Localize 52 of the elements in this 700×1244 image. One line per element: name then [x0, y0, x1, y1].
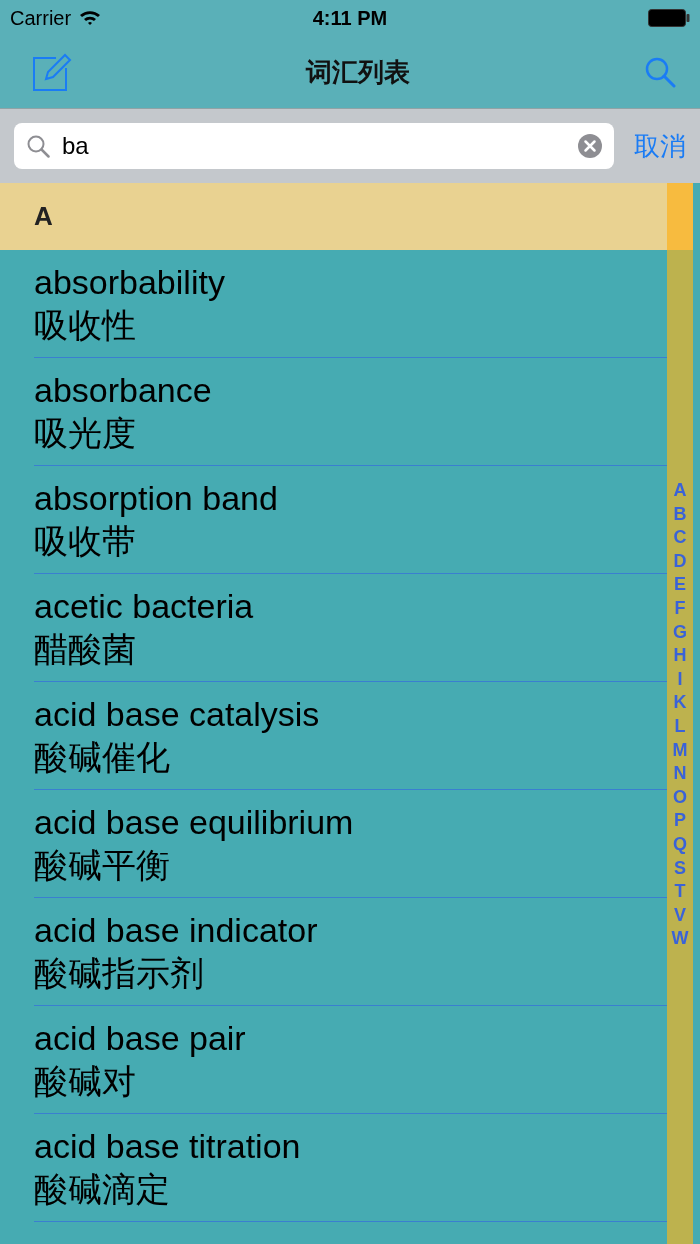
term-text: acid base catalysis	[34, 693, 321, 735]
index-letter[interactable]: S	[674, 856, 686, 881]
index-letter[interactable]: V	[674, 903, 686, 928]
index-letter[interactable]: Q	[673, 832, 687, 857]
wifi-icon	[79, 10, 102, 26]
term-text: acetic bacteria	[34, 585, 255, 627]
index-bar[interactable]: A B C D E F G H I K L M N O P Q S T V W	[667, 250, 693, 1244]
nav-title: 词汇列表	[306, 55, 410, 89]
translation-text: 酸碱指示剂	[34, 952, 205, 994]
translation-text: 吸收性	[34, 304, 137, 346]
search-field[interactable]: ba	[14, 123, 614, 169]
index-letter[interactable]: N	[673, 762, 687, 786]
index-letter[interactable]: B	[673, 502, 687, 527]
term-text: absorbance	[34, 369, 213, 411]
term-text: acid base titration	[34, 1125, 302, 1167]
clear-icon[interactable]	[578, 134, 602, 158]
index-letter[interactable]: T	[674, 880, 686, 904]
carrier-name: Carrier	[10, 6, 72, 30]
search-icon	[26, 134, 50, 158]
battery-icon	[648, 9, 690, 27]
index-letter[interactable]: O	[673, 785, 687, 810]
cancel-button[interactable]: 取消	[634, 128, 686, 164]
index-letter[interactable]: D	[673, 549, 687, 574]
index-letter[interactable]: A	[673, 479, 687, 503]
compose-icon[interactable]	[32, 52, 72, 92]
term-text: acid base indicator	[34, 909, 319, 951]
index-letter[interactable]: C	[673, 526, 687, 550]
term-text: acid base equilibrium	[34, 801, 355, 843]
translation-text: 酸碱催化	[34, 736, 171, 778]
index-letter[interactable]: P	[674, 809, 686, 833]
status-time: 4:11 PM	[312, 6, 388, 30]
index-letter[interactable]: F	[674, 596, 686, 621]
translation-text: 吸收带	[34, 520, 137, 562]
translation-text: 酸碱滴定	[34, 1168, 171, 1210]
index-bar-header	[667, 183, 693, 250]
index-letter[interactable]: K	[673, 691, 687, 715]
index-letter[interactable]: E	[674, 573, 686, 597]
index-letter[interactable]: H	[673, 644, 687, 668]
index-letter[interactable]: L	[674, 714, 686, 739]
translation-text: 醋酸菌	[34, 628, 137, 670]
translation-text: 酸碱对	[34, 1060, 137, 1102]
term-text: absorbability	[34, 261, 226, 303]
translation-text: 吸光度	[34, 412, 137, 454]
index-letter[interactable]: G	[673, 620, 687, 645]
translation-text: 酸碱平衡	[34, 844, 171, 886]
index-letter[interactable]: M	[672, 738, 688, 763]
term-text: absorption band	[34, 477, 279, 519]
term-text: acid base pair	[34, 1017, 247, 1059]
section-header: A	[0, 183, 667, 250]
search-icon[interactable]	[644, 56, 676, 88]
index-letter[interactable]: I	[677, 667, 683, 692]
index-letter[interactable]: W	[671, 927, 689, 951]
